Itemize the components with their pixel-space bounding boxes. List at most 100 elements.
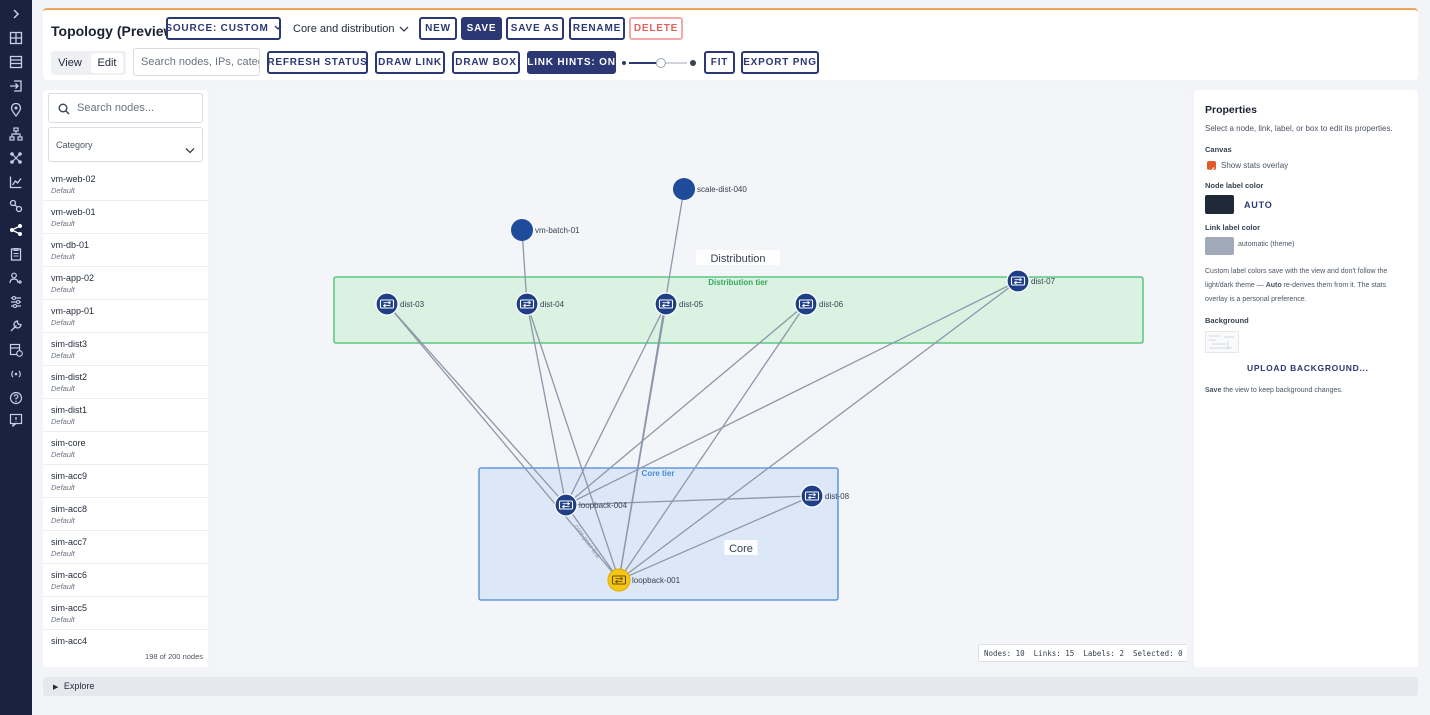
link-label-color-swatch[interactable] [1205, 237, 1234, 255]
refresh-status-button[interactable]: REFRESH STATUS [267, 51, 368, 74]
list-item[interactable]: sim-acc5 Default [43, 597, 208, 630]
node-vm-batch-01[interactable]: vm-batch-01 [511, 219, 580, 241]
save-button[interactable]: SAVE [461, 17, 502, 40]
hierarchy-icon[interactable] [6, 124, 26, 144]
fit-button[interactable]: FIT [704, 51, 735, 74]
link-hints-toggle[interactable]: LINK HINTS: ON [527, 51, 616, 74]
chevron-down-icon [399, 24, 409, 36]
node-name: sim-core [51, 438, 86, 448]
category-select[interactable]: Category [48, 127, 203, 162]
node-category: Default [51, 384, 75, 393]
new-button[interactable]: NEW [419, 17, 457, 40]
server-clock-icon[interactable] [6, 340, 26, 360]
node-label: dist-05 [679, 300, 704, 309]
node-name: vm-db-01 [51, 240, 90, 250]
node-name: sim-acc8 [51, 504, 88, 514]
list-item[interactable]: sim-acc6 Default [43, 564, 208, 597]
wrench-icon[interactable] [6, 316, 26, 336]
mode-edit-tab[interactable]: Edit [91, 53, 123, 73]
triangle-right-icon: ▶ [53, 684, 59, 691]
core-text-label[interactable]: Core [729, 543, 753, 555]
node-name: sim-acc7 [51, 537, 88, 547]
list-item[interactable]: vm-app-01 Default [43, 300, 208, 333]
node-search-input[interactable]: Search nodes... [48, 93, 203, 123]
show-stats-checkbox[interactable] [1207, 161, 1216, 173]
note-line-2: light/dark theme — Auto re-derives them … [1205, 279, 1410, 293]
toolbar-search-input[interactable]: Search nodes, IPs, category [133, 48, 260, 76]
search-icon [58, 102, 70, 120]
list-item[interactable]: vm-web-01 Default [43, 201, 208, 234]
stats-labels-label: Labels: [1083, 649, 1115, 658]
zoom-slider[interactable] [621, 54, 696, 72]
node-name: sim-dist2 [51, 372, 88, 382]
mode-toggle: View Edit [51, 51, 126, 75]
source-label: SOURCE: CUSTOM [165, 23, 269, 34]
node-scale-dist-040[interactable]: scale-dist-040 [673, 178, 747, 200]
list-item[interactable]: vm-app-02 Default [43, 267, 208, 300]
list-item[interactable]: vm-db-01 Default [43, 234, 208, 267]
view-select[interactable]: Core and distribution [288, 17, 413, 40]
chevron-down-icon [274, 23, 282, 34]
mode-view-tab[interactable]: View [51, 51, 89, 75]
export-png-button[interactable]: EXPORT PNG [741, 51, 819, 74]
node-circle [794, 292, 818, 316]
list-item[interactable]: sim-acc9 Default [43, 465, 208, 498]
list-item[interactable]: sim-dist1 Default [43, 399, 208, 432]
node-label: dist-04 [540, 300, 565, 309]
location-pin-icon[interactable] [6, 100, 26, 120]
dist-tier-label: Distribution tier [708, 278, 768, 287]
properties-hint: Select a node, link, label, or box to ed… [1205, 124, 1393, 133]
users-icon[interactable] [6, 268, 26, 288]
save-as-button[interactable]: SAVE AS [506, 17, 564, 40]
help-circle-icon[interactable] [6, 388, 26, 408]
topology-canvas[interactable]: Distribution tier Distribution Core tier Co… [215, 90, 1187, 667]
share-nodes-icon[interactable] [6, 220, 26, 240]
auto-color-button[interactable]: AUTO [1244, 200, 1273, 210]
node-circle [607, 568, 631, 592]
list-item[interactable]: sim-dist2 Default [43, 366, 208, 399]
stats-nodes-label: Nodes: [984, 649, 1012, 658]
broadcast-icon[interactable] [6, 364, 26, 384]
stats-nodes-value: 10 [1015, 649, 1025, 658]
background-thumbnail[interactable] [1205, 331, 1239, 353]
node-category: Default [51, 252, 75, 261]
topology-graph[interactable]: Distribution tier Distribution Core tier Co… [215, 90, 1187, 667]
checkmark-icon [1208, 167, 1215, 173]
node-name: sim-dist3 [51, 339, 88, 349]
draw-box-button[interactable]: DRAW BOX [452, 51, 520, 74]
upload-background-button[interactable]: UPLOAD BACKGROUND... [1247, 363, 1369, 373]
clipboard-icon[interactable] [6, 244, 26, 264]
properties-panel: Properties Select a node, link, label, o… [1194, 90, 1418, 667]
node-circle [375, 292, 399, 316]
list-item[interactable]: sim-acc8 Default [43, 498, 208, 531]
expand-chevron-icon[interactable] [6, 4, 26, 24]
list-item[interactable]: sim-acc4 [43, 630, 208, 645]
explore-drawer[interactable]: ▶ Explore [43, 677, 1418, 696]
canvas-section-label: Canvas [1205, 145, 1232, 154]
note-line-2-bold: Auto [1265, 282, 1282, 289]
chart-line-icon[interactable] [6, 172, 26, 192]
node-category: Default [51, 285, 75, 294]
import-icon[interactable] [6, 76, 26, 96]
topology-icon[interactable] [6, 148, 26, 168]
inventory-icon[interactable] [6, 52, 26, 72]
delete-button[interactable]: DELETE [629, 17, 683, 40]
dist-text-label[interactable]: Distribution [710, 253, 765, 265]
node-circle [1006, 269, 1030, 293]
show-stats-label: Show stats overlay [1221, 161, 1289, 170]
list-item[interactable]: sim-dist3 Default [43, 333, 208, 366]
list-item[interactable]: sim-acc7 Default [43, 531, 208, 564]
list-item[interactable]: vm-web-02 Default [43, 168, 208, 201]
dashboard-icon[interactable] [6, 28, 26, 48]
node-category: Default [51, 318, 75, 327]
settings-sliders-icon[interactable] [6, 292, 26, 312]
note-line-2-end: re-derives them from it. The stats [1281, 282, 1387, 289]
feedback-icon[interactable] [6, 410, 26, 430]
rename-button[interactable]: RENAME [569, 17, 625, 40]
node-name: sim-acc9 [51, 471, 88, 481]
draw-link-button[interactable]: DRAW LINK [375, 51, 445, 74]
node-label-color-swatch[interactable] [1205, 195, 1234, 214]
link-icon[interactable] [6, 196, 26, 216]
source-dropdown[interactable]: SOURCE: CUSTOM [165, 17, 282, 40]
list-item[interactable]: sim-core Default [43, 432, 208, 465]
